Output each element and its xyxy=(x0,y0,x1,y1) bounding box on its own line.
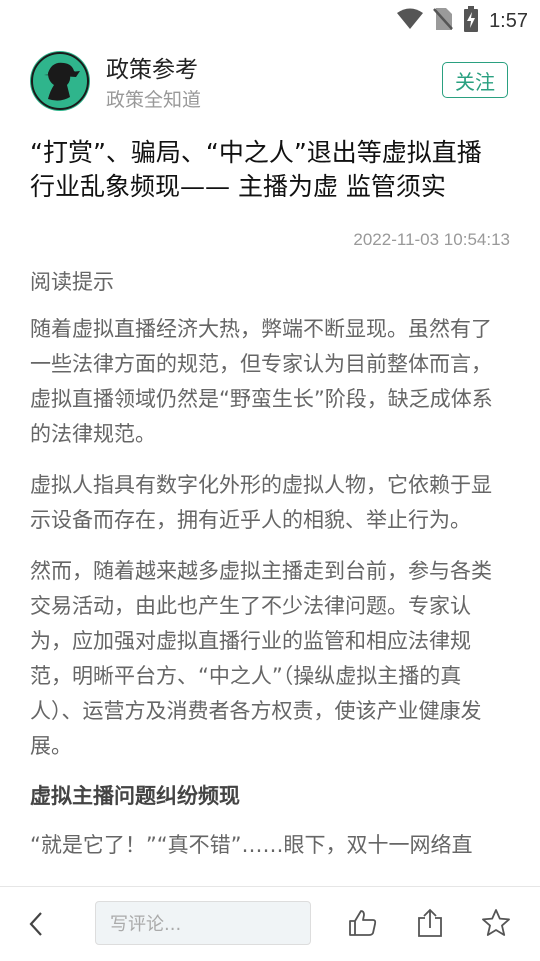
no-sim-icon xyxy=(433,7,453,35)
like-button[interactable] xyxy=(347,907,379,939)
article-title-line: “打赏”、骗局、“中之人”退出等虚拟直播 xyxy=(30,138,482,167)
favorite-button[interactable] xyxy=(480,907,512,939)
article-title: “打赏”、骗局、“中之人”退出等虚拟直播 行业乱象频现—— 主播为虚 监管须实 xyxy=(30,136,510,204)
wifi-icon xyxy=(397,8,424,34)
status-bar: 1:57 xyxy=(0,0,540,36)
share-button[interactable] xyxy=(414,907,446,939)
status-time: 1:57 xyxy=(489,9,528,32)
source-header: 政策参考 政策全知道 关注 xyxy=(0,44,540,120)
comment-input[interactable]: 写评论... xyxy=(95,901,311,945)
article-title-line: 行业乱象频现—— 主播为虚 监管须实 xyxy=(30,172,446,201)
source-name[interactable]: 政策参考 xyxy=(106,50,198,84)
publish-datetime: 2022-11-03 10:54:13 xyxy=(353,230,510,249)
article-paragraph: 随着虚拟直播经济大热，弊端不断显现。虽然有了一些法律方面的规范，但专家认为目前整… xyxy=(30,317,493,446)
follow-button[interactable]: 关注 xyxy=(442,62,508,98)
back-icon xyxy=(29,912,42,936)
battery-charging-icon xyxy=(463,6,479,36)
section-subheading: 虚拟主播问题纠纷频现 xyxy=(30,784,240,808)
article-body: 阅读提示 随着虚拟直播经济大热，弊端不断显现。虽然有了一些法律方面的规范，但专家… xyxy=(30,266,512,879)
detective-logo-icon xyxy=(31,52,89,110)
back-button[interactable] xyxy=(22,909,50,939)
article-paragraph: 虚拟人指具有数字化外形的虚拟人物，它依赖于显示设备而存在，拥有近乎人的相貌、举止… xyxy=(30,473,492,532)
source-subtitle: 政策全知道 xyxy=(106,89,202,111)
article-paragraph: 然而，随着越来越多虚拟主播走到台前，参与各类交易活动，由此也产生了不少法律问题。… xyxy=(30,559,492,758)
source-avatar[interactable] xyxy=(30,51,90,111)
bottom-action-bar: 写评论... xyxy=(0,886,540,961)
reading-hint-label: 阅读提示 xyxy=(30,270,114,294)
thumbs-up-icon xyxy=(349,910,377,936)
status-icons: 1:57 xyxy=(397,6,528,36)
article-paragraph: “就是它了！”“真不错”……眼下，双十一网络直 xyxy=(30,833,473,857)
share-icon xyxy=(418,908,442,937)
star-icon xyxy=(482,909,510,936)
